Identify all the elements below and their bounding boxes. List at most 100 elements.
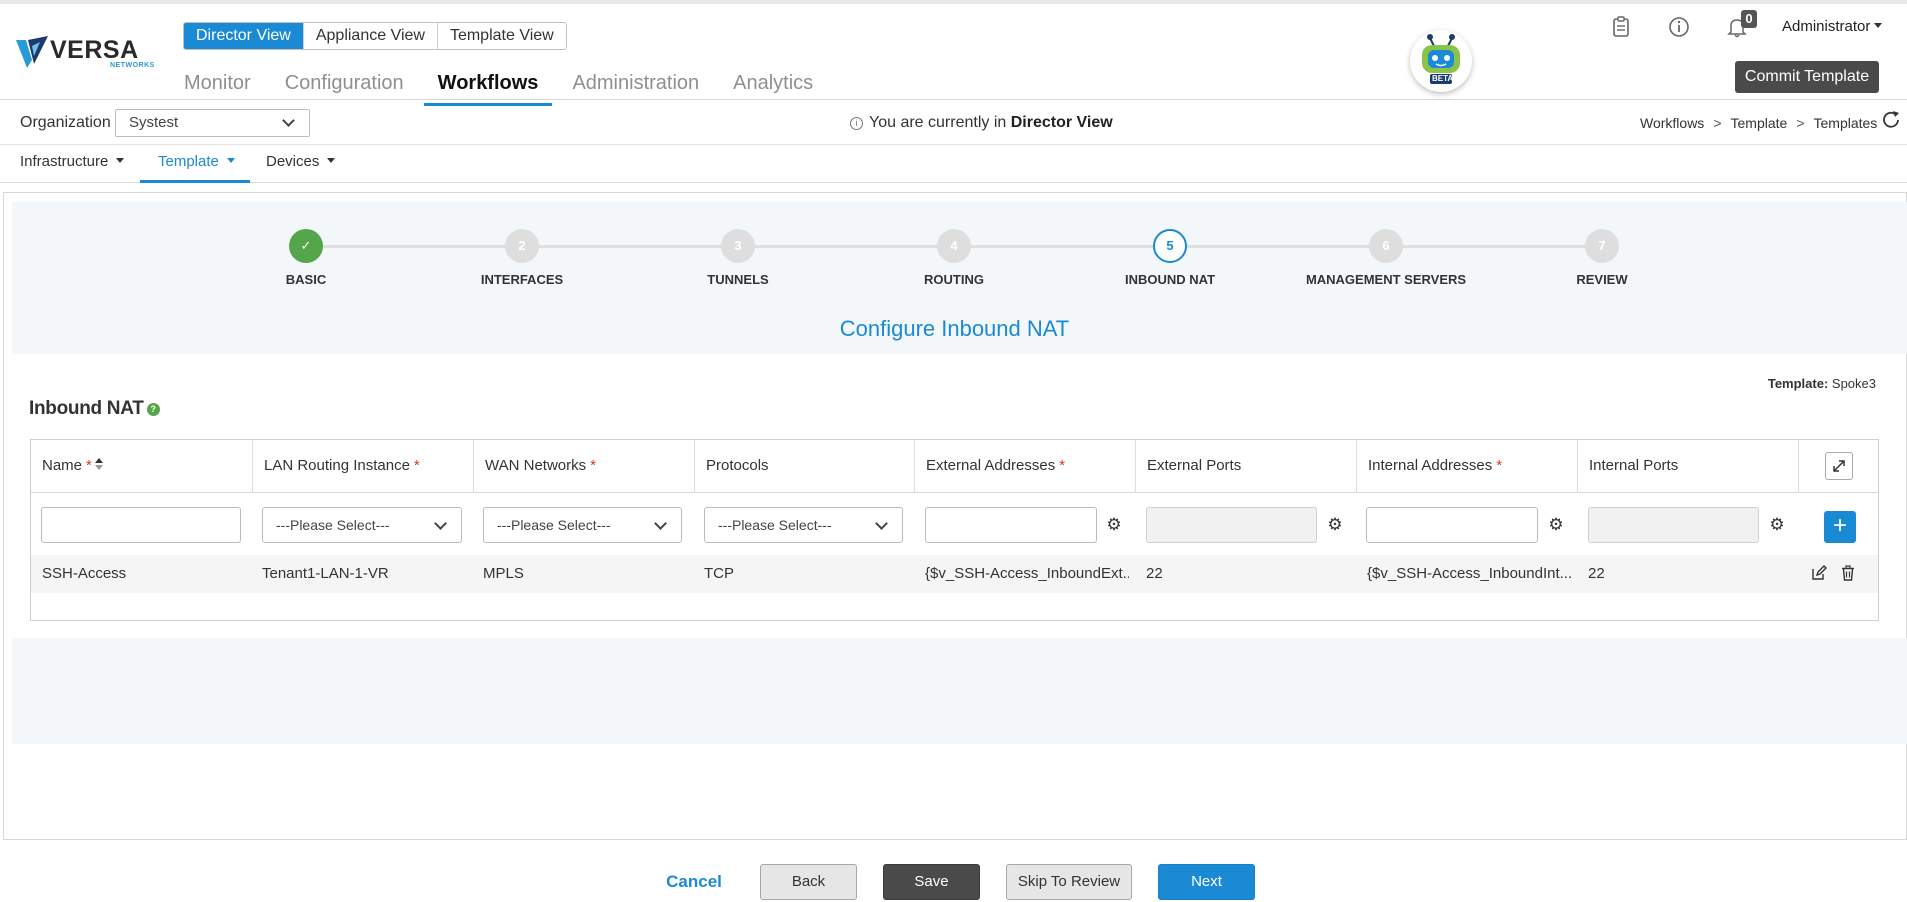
back-button[interactable]: Back (760, 864, 857, 900)
step-7-review[interactable]: 7 (1585, 229, 1619, 263)
breadcrumb: Workflows > Template > Templates (1640, 115, 1877, 131)
column-label: WAN Networks (485, 457, 587, 474)
step-5-inbound-nat[interactable]: 5 (1153, 229, 1187, 263)
cell-wan-networks: MPLS (483, 565, 524, 582)
chevron-down-icon (282, 114, 295, 127)
director-view-button[interactable]: Director View (184, 23, 303, 49)
versa-logo[interactable]: VERSA NETWORKS (14, 34, 154, 74)
column-header-protocols: Protocols (695, 440, 915, 493)
step-4-routing[interactable]: 4 (937, 229, 971, 263)
column-header-external-addresses: External Addresses * (915, 440, 1136, 493)
column-header-external-ports: External Ports (1136, 440, 1357, 493)
skip-to-review-button[interactable]: Skip To Review (1006, 864, 1132, 900)
organization-select[interactable]: Systest (115, 109, 310, 137)
column-header-wan-networks: WAN Networks * (474, 440, 695, 493)
required-mark: * (1496, 457, 1503, 474)
commit-template-button[interactable]: Commit Template (1735, 61, 1879, 93)
add-row-button[interactable]: + (1824, 511, 1856, 543)
expand-icon[interactable] (1825, 452, 1853, 480)
chevron-down-icon (654, 517, 667, 530)
info-icon[interactable] (1668, 16, 1690, 38)
select-placeholder: ---Please Select--- (276, 517, 390, 533)
save-button[interactable]: Save (883, 864, 980, 900)
subnav-template-label: Template (158, 153, 219, 170)
internal-addresses-input[interactable] (1366, 507, 1538, 543)
trash-icon[interactable] (1839, 565, 1857, 583)
note-view: Director View (1010, 114, 1113, 131)
cell-internal-ports: 22 (1588, 565, 1605, 582)
step-label: BASIC (285, 272, 327, 287)
step-label: INBOUND NAT (1124, 272, 1216, 287)
view-toggle: Director View Appliance View Template Vi… (183, 22, 567, 50)
step-2-interfaces[interactable]: 2 (505, 229, 539, 263)
clipboard-icon[interactable] (1610, 16, 1632, 38)
gear-icon[interactable]: ⚙ (1768, 516, 1786, 534)
top-header: VERSA NETWORKS Director View Appliance V… (0, 0, 1907, 106)
lan-routing-instance-select[interactable]: ---Please Select--- (262, 507, 462, 543)
subnav-devices-label: Devices (266, 153, 320, 170)
appliance-view-button[interactable]: Appliance View (302, 23, 437, 49)
edit-icon[interactable] (1810, 565, 1828, 583)
protocols-select[interactable]: ---Please Select--- (704, 507, 903, 543)
column-header-internal-addresses: Internal Addresses * (1357, 440, 1578, 493)
cancel-button[interactable]: Cancel (661, 864, 727, 900)
cell-external-addresses: {$v_SSH-Access_InboundExt... (925, 565, 1129, 582)
assistant-bot-button[interactable]: BETA (1410, 30, 1472, 92)
table-row[interactable]: SSH-Access Tenant1-LAN-1-VR MPLS TCP {$v… (31, 555, 1878, 593)
step-6-management-servers[interactable]: 6 (1369, 229, 1403, 263)
help-icon[interactable]: ? (146, 403, 160, 416)
column-header-lan-routing-instance: LAN Routing Instance * (253, 440, 474, 493)
breadcrumb-separator: > (1796, 115, 1805, 131)
beta-badge: BETA (1432, 74, 1454, 83)
breadcrumb-workflows[interactable]: Workflows (1640, 115, 1704, 131)
gear-icon[interactable]: ⚙ (1326, 516, 1344, 534)
subnav-devices[interactable]: Devices (266, 145, 336, 183)
organization-bar: Organization Systest i You are currently … (0, 101, 1907, 145)
column-label: Name (42, 457, 83, 474)
gear-icon[interactable]: ⚙ (1105, 516, 1123, 534)
notification-count-badge: 0 (1741, 10, 1757, 28)
table-header: Name * LAN Routing Instance * WAN Networks… (31, 440, 1878, 493)
step-label: INTERFACES (480, 272, 564, 287)
user-menu[interactable]: Administrator (1782, 18, 1883, 35)
external-addresses-input[interactable] (925, 507, 1097, 543)
wan-networks-select[interactable]: ---Please Select--- (483, 507, 682, 543)
gear-icon[interactable]: ⚙ (1547, 516, 1565, 534)
note-prefix: You are currently in (869, 114, 1007, 131)
subnav-infrastructure[interactable]: Infrastructure (20, 145, 125, 183)
template-info-value: Spoke3 (1831, 376, 1876, 391)
step-3-tunnels[interactable]: 3 (721, 229, 755, 263)
breadcrumb-templates: Templates (1813, 115, 1878, 131)
column-label: External Addresses (926, 457, 1056, 474)
new-entry-row: ---Please Select--- ---Please Select--- … (31, 493, 1878, 555)
cell-external-ports: 22 (1146, 565, 1163, 582)
column-header-name[interactable]: Name * (31, 440, 253, 493)
next-button[interactable]: Next (1158, 864, 1255, 900)
cell-name: SSH-Access (42, 565, 127, 582)
chevron-down-icon (875, 517, 888, 530)
step-1-basic[interactable]: ✓ (289, 229, 323, 263)
chevron-down-icon (434, 517, 447, 530)
internal-ports-input (1588, 507, 1759, 543)
check-icon: ✓ (300, 238, 312, 253)
name-input[interactable] (41, 507, 241, 543)
sort-icon[interactable] (94, 458, 103, 470)
step-label: TUNNELS (707, 272, 769, 287)
cell-internal-addresses: {$v_SSH-Access_InboundInt... (1367, 565, 1571, 582)
template-view-button[interactable]: Template View (436, 23, 566, 49)
caret-down-icon (1874, 23, 1883, 28)
column-label: Internal Addresses (1368, 457, 1493, 474)
cell-protocols: TCP (704, 565, 734, 582)
caret-down-icon (116, 158, 125, 163)
template-info-label: Template: (1767, 376, 1829, 391)
breadcrumb-template[interactable]: Template (1731, 115, 1788, 131)
subnav-template[interactable]: Template (140, 145, 250, 183)
user-name: Administrator (1782, 18, 1871, 35)
inbound-nat-table: Name * LAN Routing Instance * WAN Networks… (30, 439, 1879, 621)
required-mark: * (413, 457, 420, 474)
required-mark: * (86, 457, 92, 474)
caret-down-icon (226, 158, 235, 163)
refresh-icon[interactable] (1880, 109, 1902, 137)
versa-logo-mark (16, 36, 48, 68)
step-label: REVIEW (1576, 272, 1628, 287)
